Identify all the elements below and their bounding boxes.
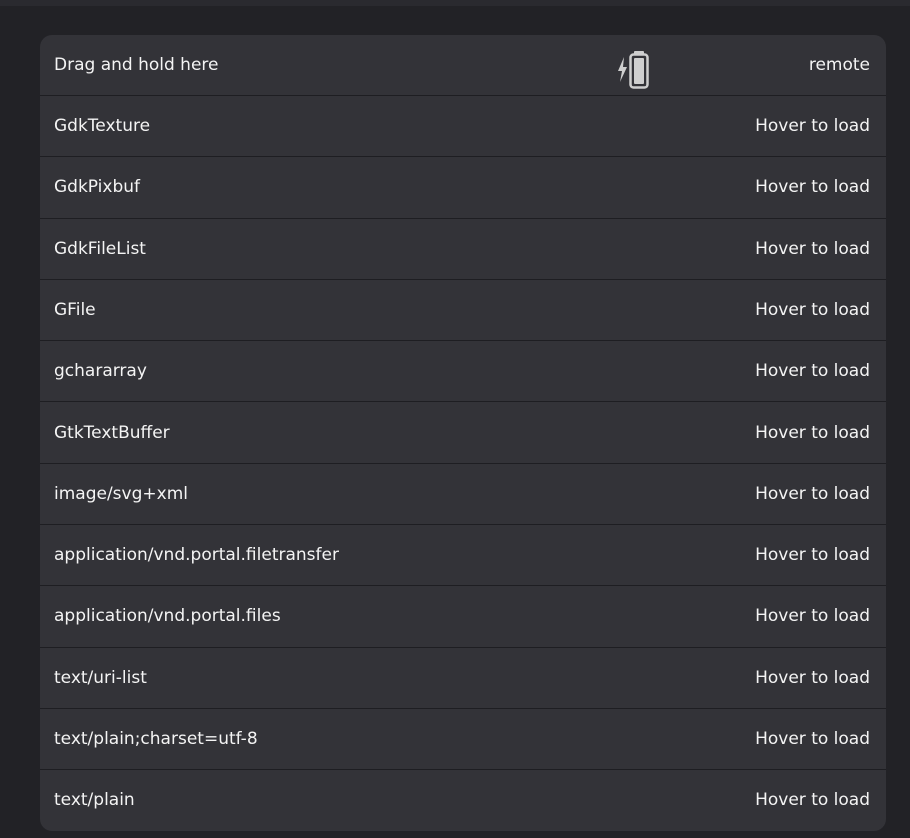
format-status: Hover to load — [755, 238, 870, 259]
format-name: gchararray — [54, 361, 147, 382]
formats-card: Drag and hold here remote GdkTexture Hove… — [40, 35, 886, 831]
drag-source-row[interactable]: Drag and hold here remote — [40, 35, 886, 96]
format-name: GtkTextBuffer — [54, 422, 170, 443]
format-status: Hover to load — [755, 116, 870, 136]
format-row[interactable]: GdkPixbuf Hover to load — [40, 157, 886, 219]
format-name: GdkFileList — [54, 238, 146, 259]
format-name: image/svg+xml — [54, 483, 188, 504]
format-row[interactable]: text/plain Hover to load — [40, 770, 886, 831]
format-row[interactable]: application/vnd.portal.files Hover to loa… — [40, 586, 886, 648]
location-label: remote — [808, 55, 870, 75]
battery-charging-icon — [618, 51, 649, 89]
format-status: Hover to load — [755, 422, 870, 443]
format-status: Hover to load — [755, 299, 870, 320]
format-status: Hover to load — [755, 729, 870, 749]
format-status: Hover to load — [755, 667, 870, 688]
format-row[interactable]: GtkTextBuffer Hover to load — [40, 403, 886, 464]
format-row[interactable]: image/svg+xml Hover to load — [40, 464, 886, 526]
drag-label: Drag and hold here — [54, 55, 219, 75]
format-status: Hover to load — [755, 545, 870, 566]
format-row[interactable]: GdkFileList Hover to load — [40, 219, 886, 280]
format-row[interactable]: GdkTexture Hover to load — [40, 96, 886, 158]
format-status: Hover to load — [755, 361, 870, 382]
format-row[interactable]: text/uri-list Hover to load — [40, 648, 886, 709]
format-name: GFile — [54, 299, 96, 320]
format-name: GdkPixbuf — [54, 177, 141, 198]
format-row[interactable]: application/vnd.portal.filetransfer Hover… — [40, 525, 886, 587]
format-status: Hover to load — [755, 790, 870, 811]
format-name: text/uri-list — [54, 667, 147, 688]
format-name: GdkTexture — [54, 116, 151, 136]
format-name: text/plain — [54, 790, 135, 811]
format-status: Hover to load — [755, 483, 870, 504]
format-name: application/vnd.portal.filetransfer — [54, 545, 339, 566]
format-name: application/vnd.portal.files — [54, 606, 281, 627]
format-status: Hover to load — [755, 177, 870, 198]
format-row[interactable]: gchararray Hover to load — [40, 341, 886, 403]
format-row[interactable]: text/plain;charset=utf-8 Hover to load — [40, 709, 886, 771]
format-name: text/plain;charset=utf-8 — [54, 729, 258, 749]
format-row[interactable]: GFile Hover to load — [40, 280, 886, 342]
format-status: Hover to load — [755, 606, 870, 627]
window-top-strip — [0, 0, 910, 6]
